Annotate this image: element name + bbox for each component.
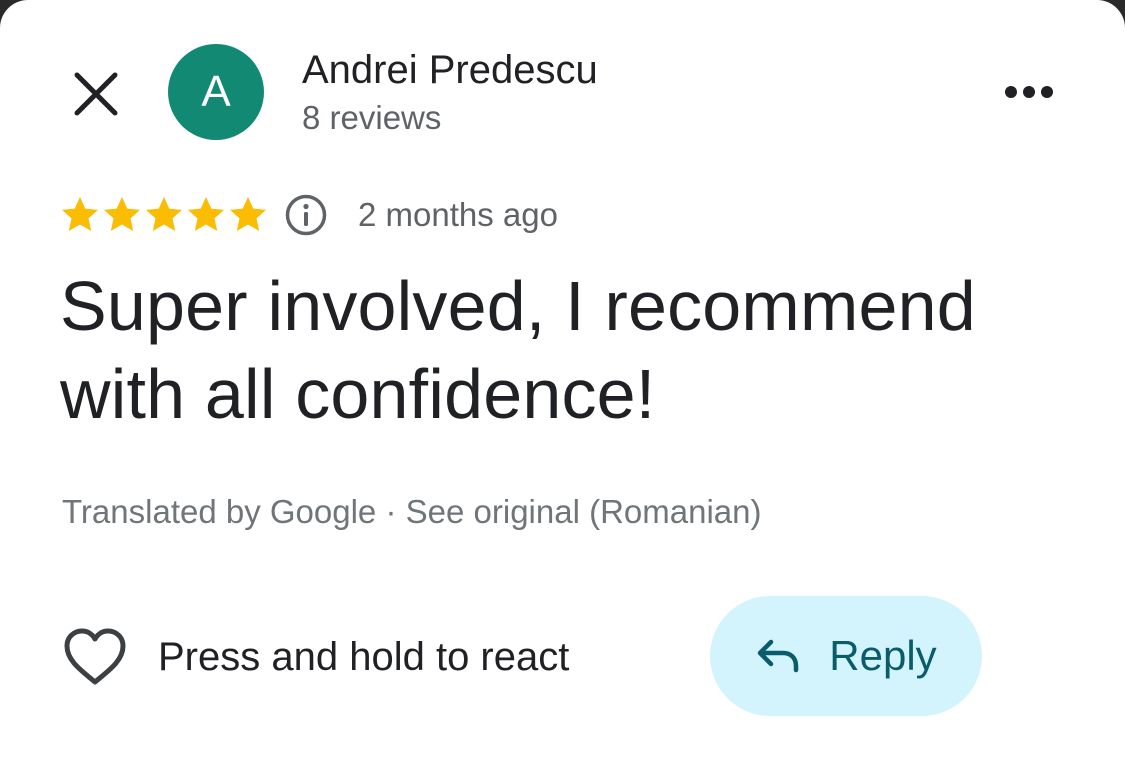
info-button[interactable] <box>284 193 328 237</box>
review-count: 8 reviews <box>302 99 442 136</box>
translation-note: Translated by Google · See original (Rom… <box>62 493 762 531</box>
react-label: Press and hold to react <box>158 635 570 679</box>
author-name[interactable]: Andrei Predescu <box>302 48 598 92</box>
star-icon <box>146 197 182 231</box>
close-button[interactable] <box>66 64 126 124</box>
review-text: Super involved, I recommend with all con… <box>60 267 976 433</box>
more-options-button[interactable] <box>995 70 1063 114</box>
reply-arrow-icon <box>758 639 799 673</box>
translated-by-label: Translated by Google <box>62 493 377 530</box>
reply-label: Reply <box>829 632 937 679</box>
close-icon <box>74 72 118 116</box>
see-original-link[interactable]: See original (Romanian) <box>406 493 762 530</box>
reply-button[interactable]: Reply <box>710 596 982 716</box>
heart-outline-icon <box>64 628 126 685</box>
star-icon <box>62 197 98 231</box>
review-time: 2 months ago <box>358 196 558 233</box>
review-sheet: A Andrei Predescu 8 reviews 2 months ago… <box>0 0 1125 773</box>
avatar[interactable]: A <box>168 44 264 140</box>
more-horizontal-icon <box>1005 86 1053 98</box>
star-icon <box>188 197 224 231</box>
info-icon <box>285 194 327 236</box>
star-rating <box>60 195 268 235</box>
star-icon <box>104 197 140 231</box>
react-button[interactable]: Press and hold to react <box>62 622 569 692</box>
separator-dot: · <box>385 493 397 530</box>
star-icon <box>230 197 266 231</box>
